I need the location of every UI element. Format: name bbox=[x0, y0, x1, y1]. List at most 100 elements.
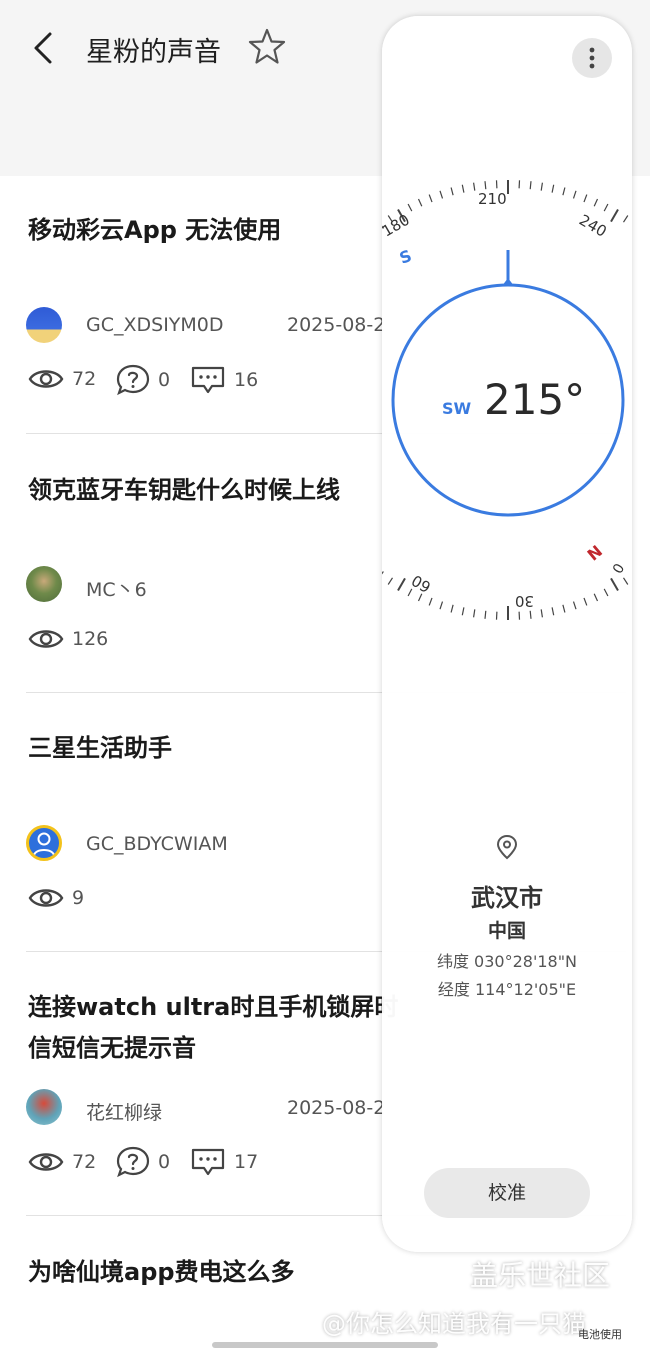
longitude: 经度 114°12'05"E bbox=[437, 980, 577, 999]
compass-tick bbox=[428, 597, 433, 606]
views-count: 126 bbox=[72, 628, 109, 650]
compass-tick bbox=[407, 203, 413, 212]
compass-tick bbox=[529, 181, 532, 190]
dial-label: 60 bbox=[408, 571, 434, 596]
post-title-line-1: 连接watch ultra时且手机锁屏时 bbox=[28, 993, 399, 1021]
questions-stat: 0 bbox=[116, 364, 170, 396]
heading-degrees: 215° bbox=[484, 375, 585, 424]
location-country: 中国 bbox=[487, 920, 526, 942]
post-date: 2025-08-2 bbox=[287, 1097, 386, 1119]
battery-usage-tip: 电池使用 bbox=[578, 1328, 622, 1341]
location-city: 武汉市 bbox=[471, 884, 543, 912]
question-icon bbox=[116, 364, 150, 396]
questions-count: 0 bbox=[158, 369, 171, 391]
compass-tick bbox=[450, 604, 454, 613]
location-pin-icon bbox=[496, 834, 518, 860]
compass-tick bbox=[439, 190, 444, 199]
home-indicator[interactable] bbox=[212, 1342, 438, 1348]
cardinal-south: S bbox=[397, 246, 414, 268]
views-count: 9 bbox=[72, 887, 85, 909]
compass-dial: SW 215° 210 240 180 S N 0 30 60 bbox=[382, 180, 629, 620]
compass-tick bbox=[540, 182, 543, 191]
post-title: 三星生活助手 bbox=[28, 734, 172, 762]
comments-stat: 17 bbox=[190, 1146, 258, 1178]
comment-icon bbox=[191, 1148, 225, 1176]
comments-count: 17 bbox=[234, 1151, 259, 1173]
compass-tick bbox=[461, 184, 465, 193]
post-author: GC_XDSIYM0D bbox=[86, 314, 224, 336]
views-count: 72 bbox=[72, 368, 97, 390]
compass-tick bbox=[407, 588, 413, 597]
compass-tick bbox=[382, 571, 384, 575]
compass-tick bbox=[473, 609, 476, 618]
comments-count: 16 bbox=[234, 369, 259, 391]
compass-tick bbox=[428, 194, 433, 203]
eye-icon bbox=[28, 370, 64, 388]
compass-tick bbox=[610, 577, 619, 592]
eye-icon bbox=[28, 1153, 64, 1171]
dial-label: 0 bbox=[608, 560, 626, 576]
avatar bbox=[26, 307, 62, 343]
compass-tick bbox=[540, 609, 543, 618]
compass-tick bbox=[450, 187, 454, 196]
cardinal-north: N bbox=[583, 541, 605, 564]
post-author: MC丶6 bbox=[86, 579, 147, 601]
compass-tick bbox=[603, 588, 609, 597]
compass-tick bbox=[593, 593, 599, 602]
views-stat: 72 bbox=[28, 1147, 96, 1177]
compass-tick bbox=[572, 601, 577, 610]
compass-tick bbox=[562, 604, 566, 613]
post-title: 移动彩云App 无法使用 bbox=[28, 216, 282, 244]
compass-tick bbox=[529, 610, 532, 619]
comments-stat: 16 bbox=[190, 364, 258, 396]
compass-tick bbox=[439, 601, 444, 610]
compass-tick bbox=[473, 182, 476, 191]
post-date: 2025-08-2 bbox=[287, 314, 386, 336]
dial-label: 30 bbox=[515, 592, 534, 610]
compass-tick bbox=[603, 203, 609, 212]
comment-icon bbox=[191, 366, 225, 394]
views-stat: 72 bbox=[28, 364, 96, 394]
compass-tick bbox=[562, 187, 566, 196]
post-author: 花红柳绿 bbox=[86, 1102, 163, 1124]
compass-tick bbox=[484, 610, 487, 619]
heading-direction: SW bbox=[442, 399, 472, 418]
views-stat: 126 bbox=[28, 624, 108, 654]
dial-label: 180 bbox=[382, 211, 413, 241]
latitude: 纬度 030°28'18"N bbox=[436, 952, 578, 971]
avatar bbox=[26, 825, 62, 861]
question-icon bbox=[116, 1146, 150, 1178]
dial-label: 240 bbox=[576, 211, 610, 241]
views-stat: 9 bbox=[28, 883, 84, 913]
dial-label: 210 bbox=[478, 190, 507, 208]
compass-panel: SW 215° 210 240 180 S N 0 30 60 武汉市 中国 纬… bbox=[382, 16, 632, 1252]
avatar bbox=[26, 1089, 62, 1125]
calibrate-button[interactable]: 校准 bbox=[424, 1168, 590, 1218]
compass-tick bbox=[583, 597, 588, 606]
questions-count: 0 bbox=[158, 1151, 171, 1173]
compass-tick bbox=[572, 190, 577, 199]
compass-tick bbox=[461, 607, 465, 616]
questions-stat: 0 bbox=[116, 1146, 170, 1178]
compass-tick bbox=[622, 577, 629, 585]
compass-tick bbox=[551, 184, 555, 193]
watermark-user: @你怎么知道我有一只猫 bbox=[322, 1310, 586, 1338]
compass-tick bbox=[610, 208, 619, 223]
post-title-line-2: 信短信无提示音 bbox=[28, 1034, 196, 1062]
post-title: 领克蓝牙车钥匙什么时候上线 bbox=[28, 476, 340, 504]
compass-tick bbox=[583, 194, 588, 203]
compass-tick bbox=[593, 198, 599, 207]
compass-tick bbox=[387, 577, 394, 585]
post-title[interactable]: 为啥仙境app费电这么多 bbox=[28, 1252, 295, 1287]
compass-tick bbox=[484, 181, 487, 190]
eye-icon bbox=[28, 889, 64, 907]
compass-tick bbox=[622, 215, 629, 223]
avatar bbox=[26, 566, 62, 602]
views-count: 72 bbox=[72, 1151, 97, 1173]
post-author: GC_BDYCWIAM bbox=[86, 833, 228, 855]
compass-tick bbox=[417, 198, 423, 207]
compass-tick bbox=[397, 577, 406, 592]
user-icon bbox=[33, 832, 55, 857]
compass-tick bbox=[551, 607, 555, 616]
eye-icon bbox=[28, 630, 64, 648]
